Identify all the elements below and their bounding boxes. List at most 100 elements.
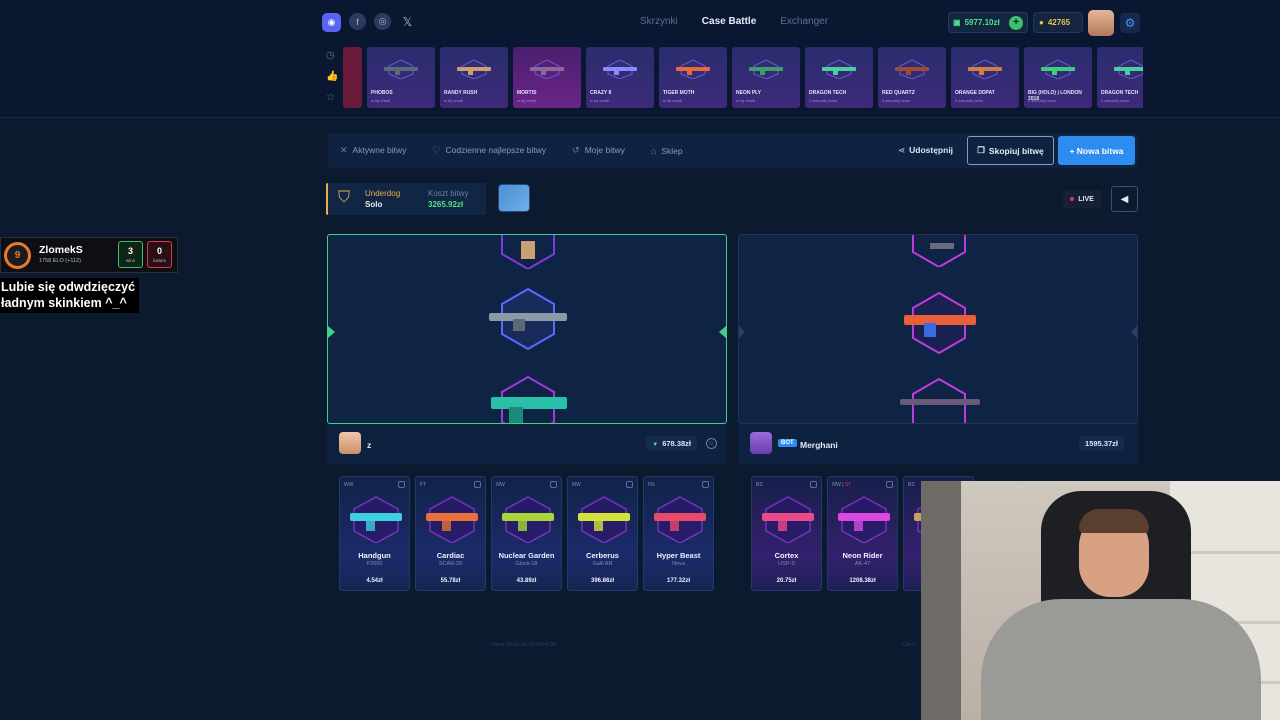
favorite-icon[interactable] — [810, 481, 817, 488]
drop-card[interactable]: ORANGE DDPAT 2 sekundy temu — [951, 47, 1019, 108]
tab-my-battles[interactable]: ↺ Moje bitwy — [572, 145, 625, 156]
favorite-icon[interactable] — [474, 481, 481, 488]
drop-time: 2 sekundy temu — [1101, 98, 1130, 103]
weapon-model: USP-S — [778, 561, 795, 567]
tab-active-battles[interactable]: ✕ Aktywne bitwy — [340, 145, 406, 156]
tab-daily-best[interactable]: ♡ Codzienne najlepsze bitwy — [432, 145, 546, 156]
case-thumbnail[interactable] — [498, 184, 530, 212]
drop-card[interactable]: RANDY RUSH w tej chwili — [440, 47, 508, 108]
weapon-card[interactable]: MW Cerberus Galil AR 396.86zł — [567, 476, 638, 591]
drop-time: w tej chwili — [444, 98, 464, 103]
streamer-name: ZlomekS — [39, 244, 83, 256]
coins-widget[interactable]: ● 42765 — [1033, 12, 1083, 33]
share-icon: ⋖ — [898, 145, 906, 155]
weapon-image — [502, 496, 554, 543]
recent-drops-strip: PHOBOS w tej chwili RANDY RUSH w tej chwili… — [343, 47, 1143, 108]
favorite-icon[interactable] — [398, 481, 405, 488]
tab-shop[interactable]: ⌂ Sklep — [651, 146, 683, 156]
emoji-icon[interactable]: ☺ — [706, 438, 717, 449]
x-twitter-icon[interactable]: 𝕏 — [399, 13, 416, 30]
wear-value: MW — [572, 482, 581, 488]
weapon-card[interactable]: FT Cardiac SCAR-20 55.78zł — [415, 476, 486, 591]
settings-gear-icon[interactable]: ⚙ — [1120, 13, 1140, 33]
drop-time: 2 sekundy temu — [882, 98, 911, 103]
webcam-person-body — [981, 599, 1261, 720]
share-button[interactable]: ⋖ Udostępnij — [898, 145, 953, 156]
wear-label: WW — [344, 482, 353, 488]
player-name[interactable]: z — [367, 440, 371, 450]
drop-card[interactable]: PHOBOS w tej chwili — [367, 47, 435, 108]
sound-toggle-icon[interactable]: ◀ — [1111, 186, 1138, 212]
player-name[interactable]: Merghani — [800, 440, 838, 450]
drop-name: PHOBOS — [371, 90, 393, 96]
weapon-model: SCAR-20 — [438, 561, 463, 567]
drop-card[interactable]: RED QUARTZ 2 sekundy temu — [878, 47, 946, 108]
copy-label: Skopiuj bitwę — [988, 145, 1044, 156]
wins-label: wins — [125, 258, 135, 263]
balance-widget[interactable]: ▣ 5977.10zł + — [948, 12, 1028, 33]
drop-card[interactable]: TIGER MOTH w tej chwili — [659, 47, 727, 108]
player-1-bar: z ▼ 678.38zł ☺ — [327, 424, 727, 464]
drop-name: RANDY RUSH — [444, 90, 478, 96]
favorite-icon[interactable] — [550, 481, 557, 488]
favorite-icon[interactable] — [626, 481, 633, 488]
spinner-item-bottom — [491, 375, 567, 423]
down-triangle-icon: ▼ — [652, 442, 659, 448]
nav-case-battle[interactable]: Case Battle — [702, 16, 756, 27]
weapon-model: Nova — [672, 561, 685, 567]
weapon-card[interactable]: WW Handgun P2000 4.54zł — [339, 476, 410, 591]
battle-type: Solo — [365, 200, 383, 209]
star-icon[interactable]: ☆ — [326, 92, 338, 103]
weapon-image — [578, 496, 630, 543]
player-avatar[interactable] — [339, 432, 361, 454]
discord-icon[interactable]: ◉ — [322, 13, 341, 32]
drop-card[interactable]: BIG (HOLO) | LONDON 2018 2 sekundy temu — [1024, 47, 1092, 108]
recent-clock-icon[interactable]: ◷ — [326, 50, 338, 61]
drop-card[interactable]: NEON PLY w tej chwili — [732, 47, 800, 108]
copy-battle-button[interactable]: ❐ Skopiuj bitwę — [967, 136, 1054, 165]
webcam-feed — [921, 481, 1280, 720]
nav-exchanger[interactable]: Exchanger — [780, 16, 828, 27]
weapon-price: 1208.38zł — [849, 578, 876, 584]
coin-icon: ● — [1039, 18, 1044, 27]
weapon-card[interactable]: MW | ST Neon Rider AK-47 1208.38zł — [827, 476, 898, 591]
coins-value: 42765 — [1047, 18, 1071, 27]
weapon-card[interactable]: BS Cortex USP-S 20.75zł — [751, 476, 822, 591]
wear-label: MW — [572, 482, 581, 488]
weapon-name: Nuclear Garden — [498, 551, 555, 560]
wear-label: MW | ST — [832, 482, 852, 488]
weapon-price: 55.78zł — [440, 578, 461, 584]
drop-name: ORANGE DDPAT — [955, 90, 995, 96]
streamer-elo: 1758 ELO (+112) — [39, 258, 81, 264]
new-battle-button[interactable]: + Nowa bitwa — [1058, 136, 1135, 165]
user-avatar[interactable] — [1088, 10, 1114, 36]
spinner-item-center — [904, 291, 976, 355]
player-avatar[interactable] — [750, 432, 772, 454]
drop-time: w tej chwili — [736, 98, 756, 103]
spinner-item-center — [489, 287, 567, 351]
drop-card-partial[interactable] — [343, 47, 362, 108]
player-2-bar: BOT Merghani 1595.37zł — [738, 424, 1138, 464]
battle-info: ⛉ Underdog Solo Koszt bitwy 3265.92zł — [326, 183, 486, 215]
instagram-icon[interactable]: ◎ — [374, 13, 391, 30]
drop-card[interactable]: DRAGON TECH 2 sekundy temu — [1097, 47, 1143, 108]
weapon-name: Cerberus — [586, 551, 619, 560]
wallet-icon: ▣ — [953, 18, 961, 27]
weapon-card[interactable]: MW Nuclear Garden Glock-18 43.89zł — [491, 476, 562, 591]
favorite-icon[interactable] — [702, 481, 709, 488]
weapon-image — [384, 59, 418, 79]
drop-name: TIGER MOTH — [663, 90, 695, 96]
drop-card[interactable]: MORTIS w tej chwili — [513, 47, 581, 108]
facebook-icon[interactable]: f — [349, 13, 366, 30]
favorite-icon[interactable] — [886, 481, 893, 488]
drop-card[interactable]: DRAGON TECH 2 sekundy temu — [805, 47, 873, 108]
weapon-card[interactable]: FN Hyper Beast Nova 177.32zł — [643, 476, 714, 591]
share-label: Udostępnij — [909, 145, 954, 155]
weapon-image — [762, 496, 814, 543]
deposit-plus-icon[interactable]: + — [1009, 15, 1023, 30]
drop-card[interactable]: CRAZY 8 w tej chwili — [586, 47, 654, 108]
shop-icon: ⌂ — [650, 145, 657, 156]
tab-label: Sklep — [661, 145, 683, 156]
nav-cases[interactable]: Skrzynki — [640, 16, 678, 27]
top-thumb-icon[interactable]: 👍 — [326, 71, 338, 82]
